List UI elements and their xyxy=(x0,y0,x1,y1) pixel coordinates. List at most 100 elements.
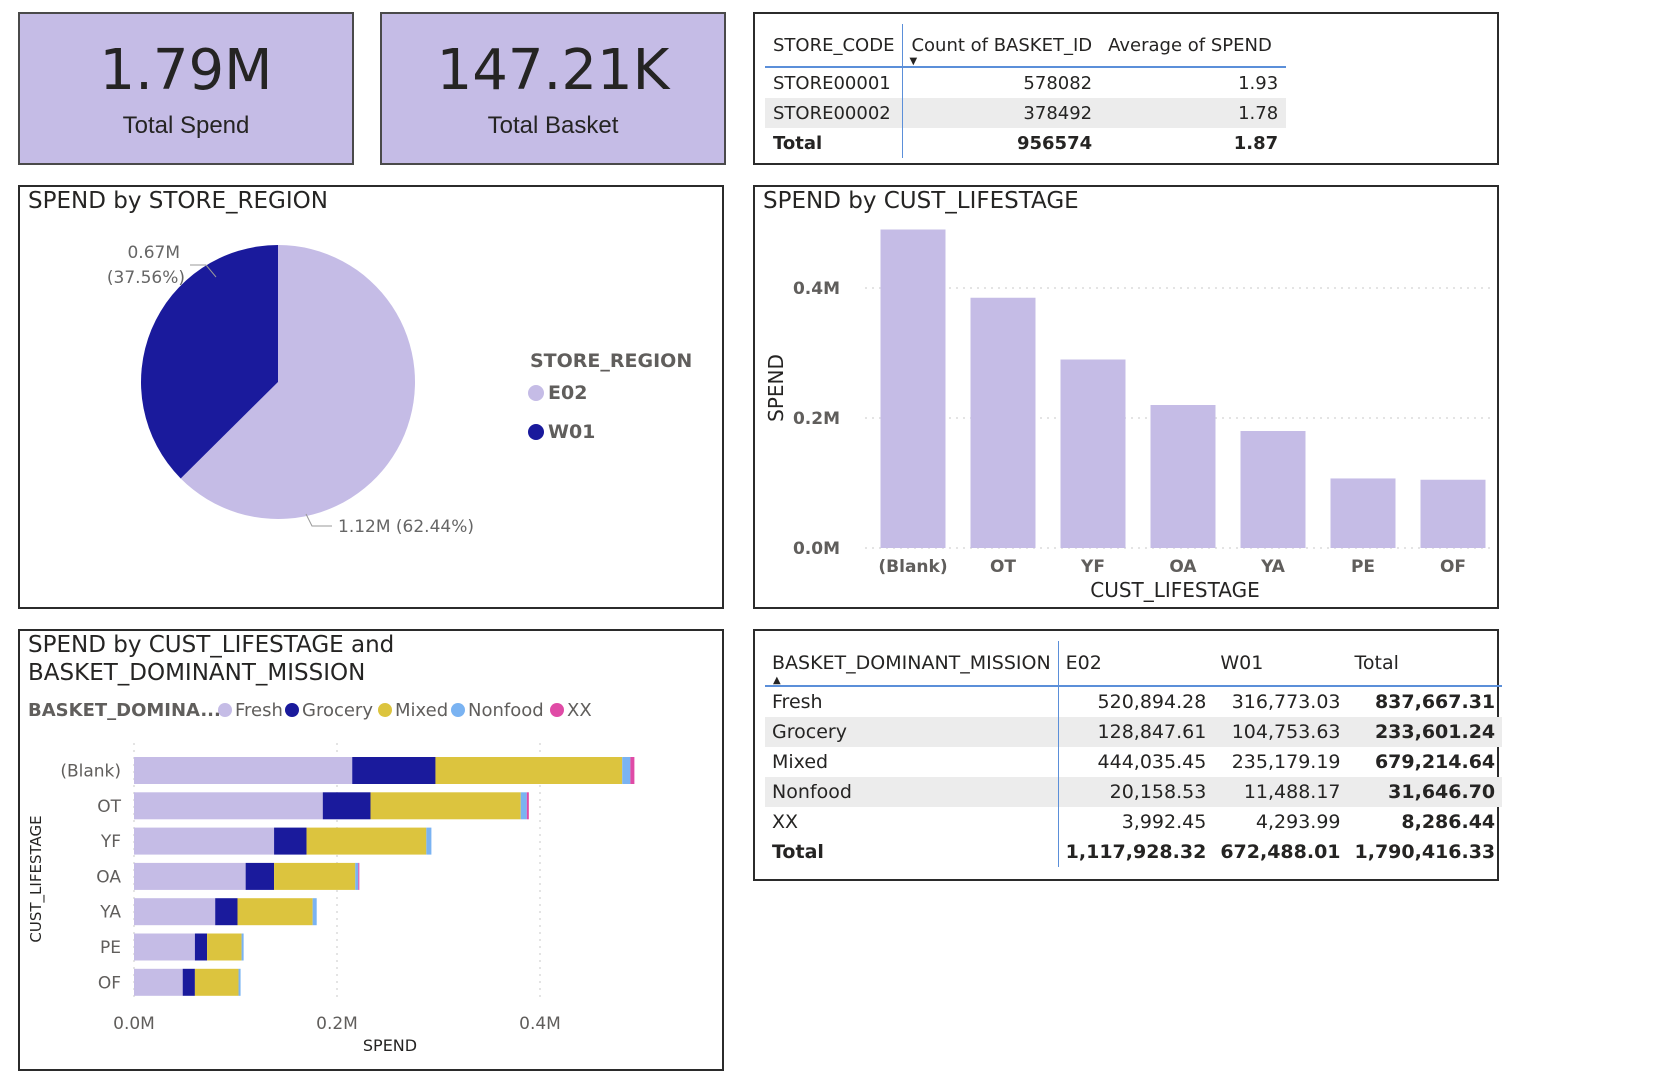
stacked-bar-panel[interactable]: SPEND by CUST_LIFESTAGE and BASKET_DOMIN… xyxy=(18,629,724,1071)
bar-segment-xx[interactable] xyxy=(630,757,635,784)
col-mission[interactable]: BASKET_DOMINANT_MISSION ▲ xyxy=(765,641,1059,687)
bar-segment-mixed[interactable] xyxy=(435,757,623,784)
legend-marker-nonfood[interactable] xyxy=(451,703,465,717)
y-tick-label: YF xyxy=(100,832,121,852)
x-tick-label: YA xyxy=(1260,557,1286,577)
total-basket-card[interactable]: 147.21K Total Basket xyxy=(380,12,726,165)
value-cell: 235,179.19 xyxy=(1231,751,1341,773)
legend-label-fresh[interactable]: Fresh xyxy=(235,700,283,721)
bar-oa[interactable] xyxy=(1150,405,1216,548)
bar-segment-mixed[interactable] xyxy=(207,933,242,961)
bar-segment-mixed[interactable] xyxy=(194,968,239,996)
bar-ya[interactable] xyxy=(1240,431,1306,548)
bar-segment-grocery[interactable] xyxy=(215,898,238,926)
y-axis-title: CUST_LIFESTAGE xyxy=(27,815,46,942)
legend-marker-xx[interactable] xyxy=(550,703,564,717)
value-cell: 104,753.63 xyxy=(1231,721,1341,743)
legend-label-grocery[interactable]: Grocery xyxy=(302,700,373,721)
bar-segment-fresh[interactable] xyxy=(134,827,275,855)
legend-label-w01[interactable]: W01 xyxy=(548,421,595,443)
bar-segment-fresh[interactable] xyxy=(134,862,246,890)
bar-segment-fresh[interactable] xyxy=(134,968,183,996)
bar-segment-nonfood[interactable] xyxy=(622,757,631,784)
bar-segment-nonfood[interactable] xyxy=(312,898,317,926)
bar-segment-grocery[interactable] xyxy=(245,862,275,890)
x-axis-title: SPEND xyxy=(363,1036,417,1055)
total-cell: 233,601.24 xyxy=(1374,721,1496,743)
mission-table[interactable]: BASKET_DOMINANT_MISSION ▲ E02 W01 Total … xyxy=(765,641,1503,867)
total-spend-card[interactable]: 1.79M Total Spend xyxy=(18,12,354,165)
x-tick-label: OF xyxy=(1440,557,1466,577)
store-table[interactable]: STORE_CODE Count of BASKET_ID ▼ Average … xyxy=(765,24,1287,158)
y-tick-label: 0.0M xyxy=(793,539,840,559)
bar-segment-nonfood[interactable] xyxy=(355,862,359,890)
x-tick-label: OT xyxy=(990,557,1016,577)
pie-label-w01-value: 0.67M xyxy=(127,243,180,263)
bar-segment-grocery[interactable] xyxy=(274,827,307,855)
bar-segment-fresh[interactable] xyxy=(134,933,195,961)
bar-segment-nonfood[interactable] xyxy=(426,827,432,855)
total-value-cell: 672,488.01 xyxy=(1220,841,1341,863)
stacked-bar-chart[interactable]: BASKET_DOMINA... Fresh Grocery Mixed Nonfood… xyxy=(20,631,722,1069)
pie-chart[interactable]: 1.12M (62.44%) 0.67M (37.56%) STORE_REGION E… xyxy=(20,187,722,607)
col-e02[interactable]: E02 xyxy=(1058,641,1214,687)
mission-cell: Grocery xyxy=(765,717,1059,747)
x-tick-label: 0.0M xyxy=(113,1014,155,1034)
mission-table-panel[interactable]: BASKET_DOMINANT_MISSION ▲ E02 W01 Total … xyxy=(753,629,1503,881)
col-avg-spend[interactable]: Average of SPEND xyxy=(1100,24,1287,68)
mission-cell: Nonfood xyxy=(765,777,1059,807)
legend-label-e02[interactable]: E02 xyxy=(548,382,587,404)
legend-marker-w01[interactable] xyxy=(528,424,544,440)
col-count-basket[interactable]: Count of BASKET_ID ▼ xyxy=(902,24,1101,68)
mission-cell: Mixed xyxy=(765,747,1059,777)
legend-label-xx[interactable]: XX xyxy=(567,700,592,721)
pie-chart-panel[interactable]: SPEND by STORE_REGION 1.12M (62.44%) 0.67… xyxy=(18,185,724,609)
legend-marker-fresh[interactable] xyxy=(218,703,232,717)
x-tick-label: 0.4M xyxy=(519,1014,561,1034)
bar-segment-grocery[interactable] xyxy=(182,968,195,996)
bar-segment-fresh[interactable] xyxy=(134,757,353,784)
count-cell: 378492 xyxy=(1023,102,1093,124)
value-cell: 316,773.03 xyxy=(1231,691,1341,713)
bar-segment-mixed[interactable] xyxy=(370,792,521,820)
legend-label-mixed[interactable]: Mixed xyxy=(395,700,448,721)
bar-segment-fresh[interactable] xyxy=(134,792,323,820)
legend-label-nonfood[interactable]: Nonfood xyxy=(468,700,544,721)
bar-segment-mixed[interactable] xyxy=(237,898,313,926)
bar-of[interactable] xyxy=(1420,479,1486,548)
bar-segment-mixed[interactable] xyxy=(274,862,356,890)
bar-segment-grocery[interactable] xyxy=(322,792,371,820)
bar-segment-nonfood[interactable] xyxy=(241,933,244,961)
bar-segment-xx[interactable] xyxy=(358,862,360,890)
store-table-header: STORE_CODE Count of BASKET_ID ▼ Average … xyxy=(765,24,1287,68)
sort-asc-icon[interactable]: ▲ xyxy=(773,675,781,686)
bar-segment-nonfood[interactable] xyxy=(520,792,527,820)
col-total[interactable]: Total xyxy=(1347,641,1503,687)
bar-yf[interactable] xyxy=(1060,359,1126,549)
bar-pe[interactable] xyxy=(1330,478,1396,548)
x-tick-label: YF xyxy=(1080,557,1105,577)
bar-ot[interactable] xyxy=(970,297,1036,548)
legend-marker-mixed[interactable] xyxy=(378,703,392,717)
column-chart[interactable]: 0.0M 0.2M 0.4M (Blank) OT YF OA YA PE OF CUST_LIFE… xyxy=(755,187,1497,607)
legend-marker-grocery[interactable] xyxy=(285,703,299,717)
store-code-cell: STORE00001 xyxy=(765,67,904,98)
column-chart-panel[interactable]: SPEND by CUST_LIFESTAGE 0.0M 0.2M 0.4M (Bla… xyxy=(753,185,1499,609)
col-mission-label: BASKET_DOMINANT_MISSION xyxy=(772,652,1051,674)
total-basket-value: 147.21K xyxy=(436,38,670,103)
bar-segment-grocery[interactable] xyxy=(352,757,436,784)
table-row: XX 3,992.45 4,293.99 8,286.44 xyxy=(765,807,1502,837)
col-store-code[interactable]: STORE_CODE xyxy=(765,24,904,68)
value-cell: 520,894.28 xyxy=(1097,691,1207,713)
col-w01[interactable]: W01 xyxy=(1213,641,1348,687)
total-spend-value: 1.79M xyxy=(99,38,273,103)
bar-segment-grocery[interactable] xyxy=(194,933,208,961)
sort-desc-icon[interactable]: ▼ xyxy=(909,56,917,67)
legend-marker-e02[interactable] xyxy=(528,385,544,401)
bar-segment-nonfood[interactable] xyxy=(238,968,241,996)
store-table-panel[interactable]: STORE_CODE Count of BASKET_ID ▼ Average … xyxy=(753,12,1499,165)
bar-segment-xx[interactable] xyxy=(526,792,529,820)
bar-segment-mixed[interactable] xyxy=(306,827,427,855)
bar-segment-fresh[interactable] xyxy=(134,898,216,926)
bar-blank[interactable] xyxy=(880,229,946,549)
